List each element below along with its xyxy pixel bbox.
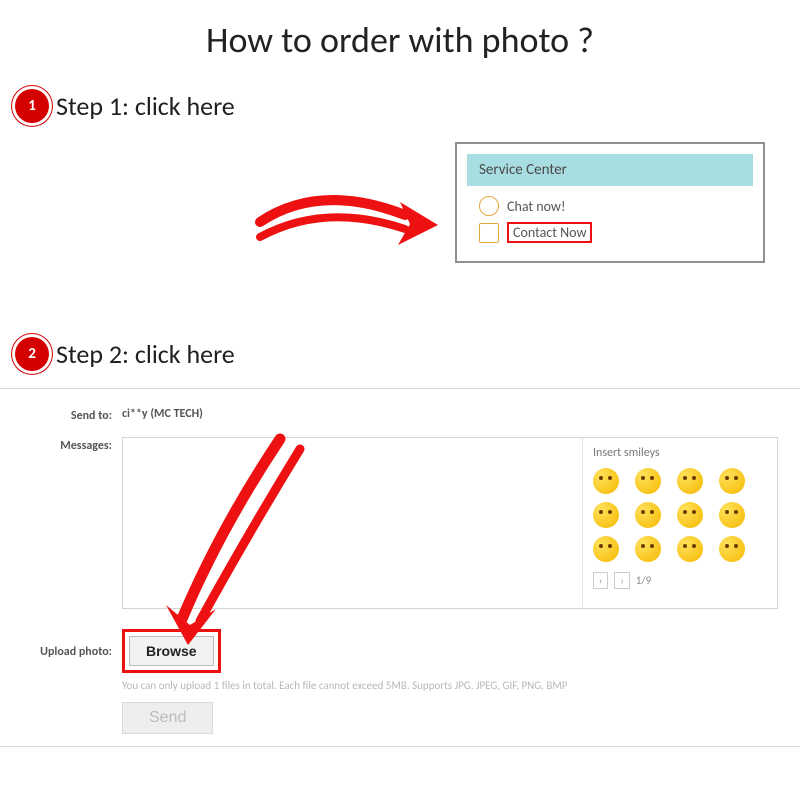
- sendto-line: Send to: ci**y (MC TECH): [22, 407, 778, 423]
- sendto-label: Send to:: [22, 407, 122, 423]
- smiley-icon[interactable]: [635, 502, 661, 528]
- step1-badge: 1: [18, 92, 46, 120]
- pager-page: 1/9: [636, 574, 651, 587]
- step2-badge: 2: [18, 340, 46, 368]
- smiley-icon[interactable]: [677, 468, 703, 494]
- smiley-icon[interactable]: [593, 536, 619, 562]
- contact-now-label: Contact Now: [513, 224, 586, 241]
- smileys-panel: Insert smileys: [582, 438, 777, 608]
- step1-label: Step 1: click here: [56, 90, 235, 122]
- contact-form: Send to: ci**y (MC TECH) Messages: Inser…: [0, 388, 800, 747]
- contact-now-row[interactable]: Contact Now: [479, 222, 741, 243]
- smiley-icon[interactable]: [593, 468, 619, 494]
- smiley-grid: [593, 468, 767, 562]
- pager-prev-button[interactable]: ‹: [593, 572, 608, 589]
- smiley-icon[interactable]: [677, 502, 703, 528]
- chat-now-label: Chat now!: [507, 198, 566, 215]
- messages-label: Messages:: [22, 437, 122, 453]
- smiley-icon[interactable]: [593, 502, 619, 528]
- smiley-icon[interactable]: [635, 536, 661, 562]
- step1-row: 1 Step 1: click here: [18, 90, 800, 122]
- upload-hint: You can only upload 1 files in total. Ea…: [122, 679, 778, 692]
- smileys-title: Insert smileys: [593, 446, 767, 460]
- step2-label: Step 2: click here: [56, 338, 235, 370]
- smiley-icon[interactable]: [677, 536, 703, 562]
- smiley-icon[interactable]: [719, 502, 745, 528]
- step1-number: 1: [28, 97, 36, 115]
- page-title: How to order with photo ?: [0, 0, 800, 90]
- chat-now-row[interactable]: Chat now!: [479, 196, 741, 216]
- send-button[interactable]: Send: [122, 702, 213, 734]
- upload-row: Upload photo: Browse: [22, 629, 778, 673]
- upload-label: Upload photo:: [22, 643, 122, 659]
- mail-icon: [479, 223, 499, 243]
- step2-row: 2 Step 2: click here: [18, 338, 800, 370]
- smiley-pager: ‹ › 1/9: [593, 572, 767, 589]
- arrow-annotation-icon: [250, 167, 440, 277]
- step2-number: 2: [28, 345, 36, 363]
- pager-next-button[interactable]: ›: [614, 572, 629, 589]
- smiley-icon[interactable]: [719, 536, 745, 562]
- arrow-annotation-icon: [160, 429, 330, 649]
- sendto-value: ci**y (MC TECH): [122, 407, 203, 421]
- messages-line: Messages: Insert smileys: [22, 437, 778, 609]
- service-area: Service Center Chat now! Contact Now: [0, 132, 800, 322]
- chat-face-icon: [479, 196, 499, 216]
- smiley-icon[interactable]: [719, 468, 745, 494]
- service-center-header: Service Center: [467, 154, 753, 186]
- service-center-box: Service Center Chat now! Contact Now: [455, 142, 765, 263]
- smiley-icon[interactable]: [635, 468, 661, 494]
- contact-now-highlight: Contact Now: [507, 222, 592, 243]
